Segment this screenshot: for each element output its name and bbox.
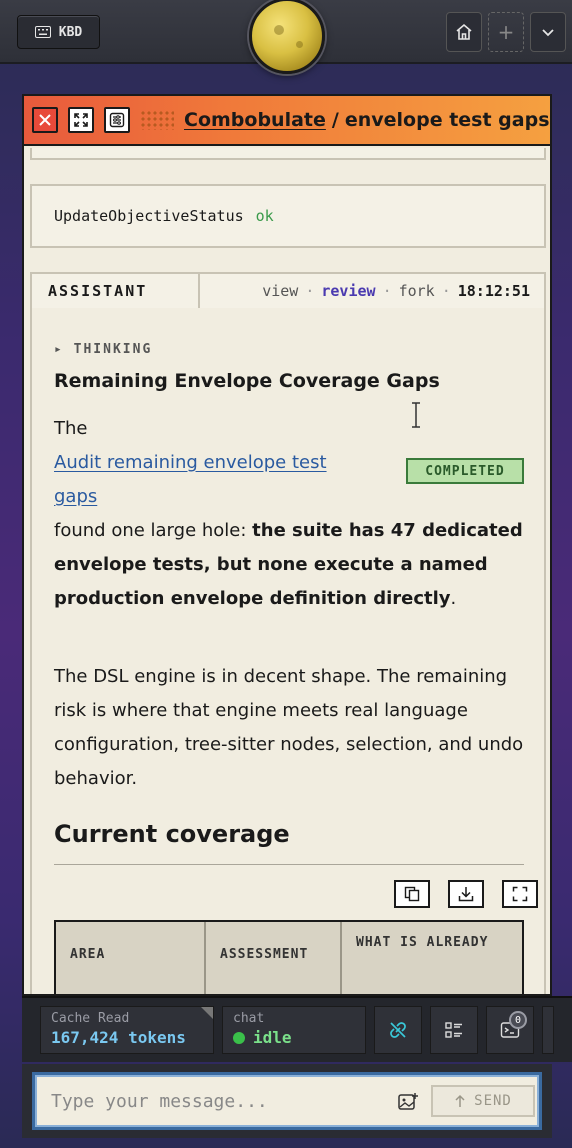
action-separator: · <box>305 282 315 300</box>
attach-image-icon[interactable] <box>397 1091 419 1113</box>
assistant-message-body: ▸ THINKING Remaining Envelope Coverage G… <box>30 308 546 994</box>
conversation-scroll[interactable]: UpdateObjectiveStatus ok ASSISTANT view … <box>30 148 546 994</box>
table-header-area: AREA <box>56 922 206 994</box>
arrow-up-icon <box>455 1094 465 1107</box>
keyboard-label: KBD <box>58 24 83 40</box>
home-button[interactable] <box>446 12 482 52</box>
cache-label: Cache Read <box>51 1011 130 1026</box>
table-header-existing: WHAT IS ALREADY <box>356 935 489 950</box>
keyboard-button[interactable]: KBD <box>17 15 100 49</box>
fork-action[interactable]: fork <box>399 282 435 300</box>
sliders-icon <box>109 112 125 128</box>
home-icon <box>456 23 472 40</box>
tool-result-card: UpdateObjectiveStatus ok <box>30 184 546 248</box>
overflow-button[interactable] <box>542 1006 554 1054</box>
send-button[interactable]: SEND <box>431 1085 535 1117</box>
assistant-message-header: ASSISTANT view · review · fork · 18:12:5… <box>30 272 546 310</box>
top-bar: KBD + <box>0 0 572 74</box>
message-heading: Remaining Envelope Coverage Gaps <box>54 370 440 392</box>
view-action[interactable]: view <box>262 282 298 300</box>
summary-paragraph: The Audit remaining envelope test gaps f… <box>54 412 526 616</box>
tool-status: ok <box>255 207 274 225</box>
send-label: SEND <box>474 1093 512 1109</box>
tool-name: UpdateObjectiveStatus <box>54 207 244 225</box>
chat-status-stat: chat idle <box>222 1006 366 1054</box>
cache-read-stat[interactable]: Cache Read 167,424 tokens <box>40 1006 214 1054</box>
composer: SEND <box>22 1064 552 1138</box>
copy-table-button[interactable] <box>394 880 430 908</box>
keyboard-icon <box>34 26 51 38</box>
message-timestamp: 18:12:51 <box>457 282 530 300</box>
previous-message-edge <box>30 148 546 160</box>
list-button[interactable] <box>430 1006 478 1054</box>
unlink-button[interactable] <box>374 1006 422 1054</box>
status-bar: Cache Read 167,424 tokens chat idle 0 <box>22 996 572 1062</box>
table-toolbar <box>394 880 538 908</box>
p1-end: . <box>450 588 457 609</box>
plus-icon: + <box>497 20 515 44</box>
expand-icon <box>74 113 88 127</box>
panel-title: Combobulate / envelope test gaps <box>184 109 550 131</box>
maximize-button[interactable] <box>68 107 94 133</box>
copy-icon <box>404 886 420 902</box>
title-separator: / <box>331 109 339 131</box>
role-label: ASSISTANT <box>32 274 200 308</box>
coverage-table: AREA ASSESSMENT WHAT IS ALREADY <box>54 920 524 994</box>
download-icon <box>458 887 474 902</box>
moon-logo[interactable] <box>249 0 325 74</box>
p1-mid: found one large hole: <box>54 520 253 541</box>
message-input-container: SEND <box>32 1072 542 1130</box>
session-panel: Combobulate / envelope test gaps UpdateObj… <box>22 94 552 996</box>
idle-indicator <box>233 1031 245 1044</box>
notification-badge: 0 <box>509 1011 527 1029</box>
completed-badge: COMPLETED <box>406 458 524 484</box>
chat-state: idle <box>253 1028 292 1047</box>
cache-value: 167,424 tokens <box>51 1028 186 1047</box>
chevron-down-icon <box>542 29 554 37</box>
menu-dropdown-button[interactable] <box>530 12 566 52</box>
section-divider <box>54 864 524 865</box>
download-table-button[interactable] <box>448 880 484 908</box>
add-panel-button[interactable]: + <box>488 12 524 52</box>
panel-header: Combobulate / envelope test gaps <box>24 96 550 146</box>
message-input[interactable] <box>51 1090 381 1112</box>
settings-button[interactable] <box>104 107 130 133</box>
section-heading: Current coverage <box>54 820 290 848</box>
session-title: envelope test gaps <box>344 109 550 131</box>
project-link[interactable]: Combobulate <box>184 109 326 131</box>
review-action[interactable]: review <box>321 282 375 300</box>
chat-label: chat <box>233 1011 265 1026</box>
close-button[interactable] <box>32 107 58 133</box>
action-separator: · <box>382 282 392 300</box>
unlink-icon <box>390 1022 406 1038</box>
checklist-icon <box>445 1022 462 1038</box>
terminal-button[interactable]: 0 <box>486 1006 534 1054</box>
audit-link[interactable]: Audit remaining envelope test gaps <box>54 452 327 507</box>
fullscreen-icon <box>512 886 528 902</box>
action-separator: · <box>441 282 451 300</box>
drag-handle[interactable] <box>140 110 174 130</box>
close-icon <box>39 114 51 126</box>
thinking-toggle[interactable]: ▸ THINKING <box>54 342 152 357</box>
fullscreen-table-button[interactable] <box>502 880 538 908</box>
p1-prefix: The <box>54 418 88 439</box>
table-header-assessment: ASSESSMENT <box>206 922 342 994</box>
message-actions: view · review · fork · 18:12:51 <box>200 282 544 300</box>
engine-paragraph: The DSL engine is in decent shape. The r… <box>54 666 524 789</box>
